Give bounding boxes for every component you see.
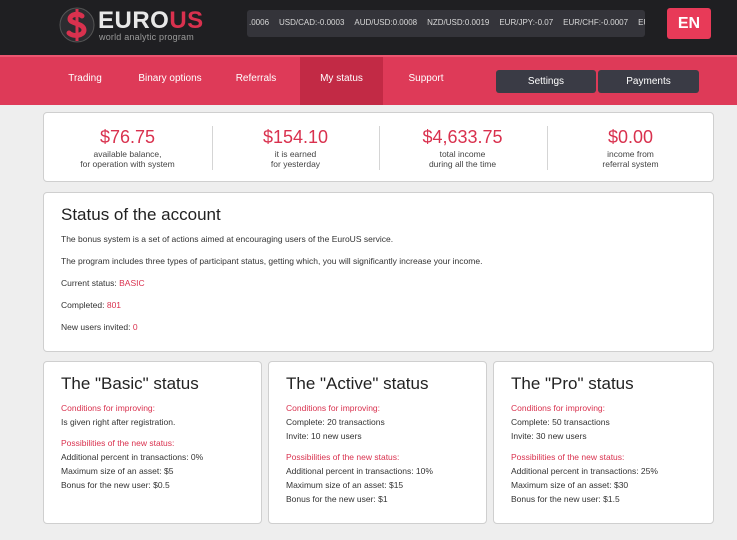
conditions-heading: Conditions for improving:	[511, 403, 606, 413]
language-button[interactable]: EN	[667, 8, 711, 39]
condition-item: Invite: 10 new users	[286, 431, 362, 441]
possibility-item: Maximum size of an asset: $5	[61, 466, 174, 476]
condition-item: Is given right after registration.	[61, 417, 176, 427]
possibility-item: Additional percent in transactions: 0%	[61, 452, 204, 462]
nav-item-binary-options[interactable]: Binary options	[128, 57, 212, 105]
nav-item-support[interactable]: Support	[393, 57, 459, 105]
completed-value: 801	[106, 300, 122, 310]
ticker-item: EUR/	[638, 18, 645, 27]
logo[interactable]: EUROUS world analytic program	[58, 4, 218, 46]
status-card-title: The "Active" status	[286, 374, 429, 393]
stat-value: $76.75	[99, 127, 156, 147]
condition-item: Invite: 30 new users	[511, 431, 587, 441]
stat-referral-income: $0.00 income from referral system	[547, 113, 714, 183]
condition-item: Complete: 50 transactions	[511, 417, 610, 427]
ticker-item: EUR/CHF:-0.0007	[563, 18, 629, 27]
top-bar: EUROUS world analytic program .0006 USD/C…	[0, 0, 737, 55]
status-card-basic: The "Basic" status Conditions for improv…	[43, 361, 262, 524]
stat-label: total income during all the time	[428, 149, 497, 169]
conditions-heading: Conditions for improving:	[286, 403, 381, 413]
payments-button[interactable]: Payments	[598, 70, 699, 93]
nav-item-my-status[interactable]: My status	[300, 57, 383, 105]
completed-count: Completed: 801	[61, 300, 122, 310]
possibility-item: Bonus for the new user: $1	[286, 494, 388, 504]
status-card-title: The "Basic" status	[61, 374, 199, 393]
status-card-pro: The "Pro" status Conditions for improvin…	[493, 361, 714, 524]
possibilities-heading: Possibilities of the new status:	[511, 452, 625, 462]
settings-button[interactable]: Settings	[496, 70, 596, 93]
account-title: Status of the account	[61, 205, 221, 224]
stat-label: available balance, for operation with sys…	[80, 149, 175, 169]
condition-item: Complete: 20 transactions	[286, 417, 385, 427]
invited-value: 0	[132, 322, 138, 332]
main-nav: Trading Binary options Referrals My stat…	[0, 55, 737, 105]
stat-total-income: $4,633.75 total income during all the tim…	[379, 113, 546, 183]
nav-item-trading[interactable]: Trading	[52, 57, 118, 105]
brand-subtitle: world analytic program	[99, 32, 194, 42]
stat-balance: $76.75 available balance, for operation w…	[44, 113, 211, 183]
status-card-title: The "Pro" status	[511, 374, 634, 393]
possibilities-heading: Possibilities of the new status:	[61, 438, 175, 448]
stat-value: $4,633.75	[422, 127, 503, 147]
account-intro-2: The program includes three types of part…	[61, 256, 483, 266]
ticker-item: .0006	[249, 18, 270, 27]
possibility-item: Bonus for the new user: $1.5	[511, 494, 620, 504]
account-intro-1: The bonus system is a set of actions aim…	[61, 234, 394, 244]
conditions-heading: Conditions for improving:	[61, 403, 156, 413]
possibility-item: Maximum size of an asset: $15	[286, 480, 404, 490]
ticker-item: NZD/USD:0.0019	[427, 18, 490, 27]
status-card-active: The "Active" status Conditions for impro…	[268, 361, 487, 524]
stat-yesterday: $154.10 it is earned for yesterday	[212, 113, 379, 183]
possibility-item: Maximum size of an asset: $30	[511, 480, 629, 490]
stats-panel: $76.75 available balance, for operation w…	[43, 112, 714, 182]
ticker-item: USD/CAD:-0.0003	[279, 18, 345, 27]
ticker-item: AUD/USD:0.0008	[354, 18, 418, 27]
possibilities-heading: Possibilities of the new status:	[286, 452, 400, 462]
stat-value: $154.10	[262, 127, 329, 147]
current-status-value: BASIC	[119, 278, 145, 288]
account-status-panel: Status of the account The bonus system i…	[43, 192, 714, 352]
possibility-item: Additional percent in transactions: 25%	[511, 466, 658, 476]
ticker-item: EUR/JPY:-0.07	[499, 18, 554, 27]
stat-value: $0.00	[607, 127, 654, 147]
stat-label: income from referral system	[602, 149, 659, 169]
current-status: Current status: BASIC	[61, 278, 145, 288]
nav-item-referrals[interactable]: Referrals	[222, 57, 290, 105]
invited-count: New users invited: 0	[61, 322, 138, 332]
dollar-globe-icon	[59, 7, 95, 43]
currency-ticker: .0006 USD/CAD:-0.0003 AUD/USD:0.0008 NZD/US…	[247, 10, 645, 37]
possibility-item: Bonus for the new user: $0.5	[61, 480, 170, 490]
brand-name: EUROUS	[98, 7, 204, 34]
possibility-item: Additional percent in transactions: 10%	[286, 466, 433, 476]
stat-label: it is earned for yesterday	[270, 149, 321, 169]
